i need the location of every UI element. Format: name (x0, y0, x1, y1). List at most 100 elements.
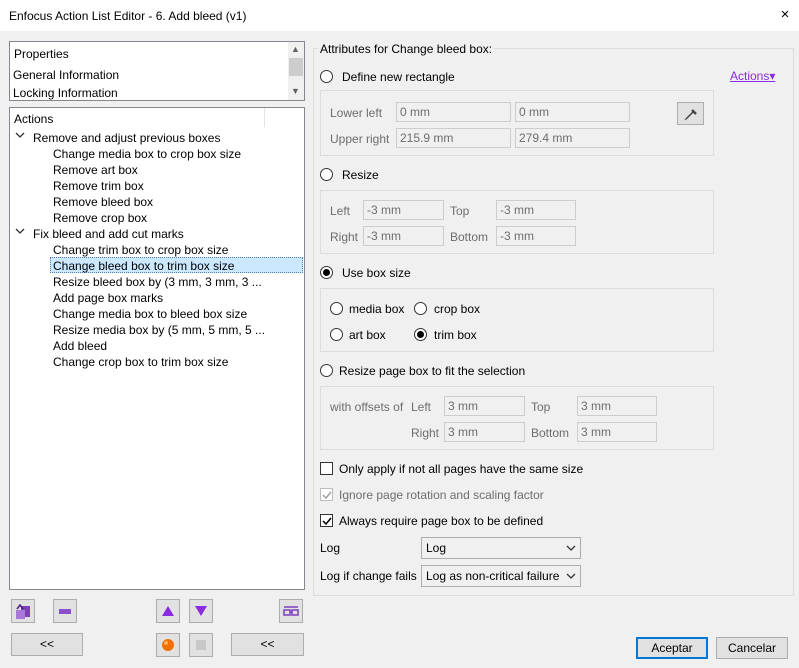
glasses-icon (283, 606, 299, 616)
collapse-right-button[interactable]: << (231, 633, 304, 656)
action-item[interactable]: Remove bleed box (53, 195, 153, 209)
attributes-heading: Attributes for Change bleed box: (318, 42, 495, 56)
define-rect-radio[interactable] (320, 70, 333, 83)
add-action-button[interactable] (11, 599, 35, 623)
record-icon (162, 639, 174, 651)
stop-button[interactable] (189, 633, 213, 657)
fit-left-label: Left (411, 400, 432, 414)
log-fail-select-value: Log as non-critical failure (426, 569, 560, 583)
offsets-label: with offsets of (330, 400, 404, 414)
action-item[interactable]: Remove crop box (53, 211, 147, 225)
fit-top-label: Top (531, 400, 551, 414)
media-box-label: media box (349, 302, 405, 316)
remove-action-button[interactable] (53, 599, 77, 623)
fit-bottom-input[interactable]: 3 mm (577, 422, 657, 442)
checkmark-icon (322, 491, 332, 500)
window-title: Enfocus Action List Editor - 6. Add blee… (9, 9, 247, 23)
fit-selection-radio[interactable] (320, 364, 333, 377)
log-label: Log (320, 541, 341, 555)
chevron-down-icon (566, 573, 576, 579)
action-item[interactable]: Remove art box (53, 163, 138, 177)
scroll-down-icon[interactable]: ▼ (288, 86, 303, 96)
caret-down-icon: ▾ (769, 69, 776, 83)
upper-right-x-input[interactable]: 215.9 mm (396, 128, 511, 148)
lower-left-label: Lower left (330, 106, 383, 120)
action-item[interactable]: Change media box to bleed box size (53, 307, 247, 321)
resize-top-label: Top (450, 204, 470, 218)
action-group[interactable]: Fix bleed and add cut marks (33, 227, 184, 241)
scroll-up-icon[interactable]: ▲ (288, 44, 303, 54)
collapse-left-button[interactable]: << (11, 633, 83, 656)
resize-bottom-input[interactable]: -3 mm (496, 226, 576, 246)
always-require-checkbox[interactable] (320, 514, 333, 527)
accept-button[interactable]: Aceptar (636, 637, 708, 659)
cancel-button[interactable]: Cancelar (716, 637, 788, 659)
action-item[interactable]: Change trim box to crop box size (53, 243, 228, 257)
ignore-rotation-checkbox[interactable] (320, 488, 333, 501)
preview-button[interactable] (279, 599, 303, 623)
log-select[interactable]: Log (421, 537, 581, 559)
always-require-label: Always require page box to be defined (339, 514, 544, 528)
only-apply-checkbox[interactable] (320, 462, 333, 475)
record-button[interactable] (156, 633, 180, 657)
define-rect-label: Define new rectangle (342, 70, 455, 84)
art-box-label: art box (349, 328, 386, 342)
eyedropper-icon (684, 109, 697, 121)
log-fail-select[interactable]: Log as non-critical failure (421, 565, 581, 587)
action-item[interactable]: Resize media box by (5 mm, 5 mm, 5 ... (53, 323, 265, 337)
eyedropper-button[interactable] (677, 102, 704, 125)
trim-box-label: trim box (434, 328, 477, 342)
minus-icon (59, 609, 71, 614)
resize-right-input[interactable]: -3 mm (363, 226, 444, 246)
fit-top-input[interactable]: 3 mm (577, 396, 657, 416)
crop-box-radio[interactable] (414, 302, 427, 315)
properties-header: Properties (14, 47, 69, 61)
resize-right-label: Right (330, 230, 359, 244)
lower-left-y-input[interactable]: 0 mm (515, 102, 630, 122)
column-divider (264, 108, 265, 127)
close-icon: × (780, 6, 790, 23)
fit-right-input[interactable]: 3 mm (444, 422, 525, 442)
use-box-size-radio[interactable] (320, 266, 333, 279)
actions-menu-link[interactable]: Actions▾ (730, 69, 775, 83)
properties-item-locking[interactable]: Locking Information (13, 86, 118, 100)
actions-link-label[interactable]: Actions (730, 69, 769, 83)
checkmark-icon (322, 517, 332, 526)
close-button[interactable]: × (776, 6, 794, 24)
upper-right-y-input[interactable]: 279.4 mm (515, 128, 630, 148)
properties-item-general[interactable]: General Information (13, 68, 119, 82)
lower-left-x-input[interactable]: 0 mm (396, 102, 511, 122)
use-box-size-label: Use box size (342, 266, 411, 280)
ignore-rotation-label: Ignore page rotation and scaling factor (339, 488, 544, 502)
art-box-radio[interactable] (330, 328, 343, 341)
add-action-icon (16, 603, 30, 619)
action-item-selected[interactable]: Change bleed box to trim box size (53, 259, 234, 273)
trim-box-radio[interactable] (414, 328, 427, 341)
actions-header: Actions (14, 112, 54, 126)
only-apply-label: Only apply if not all pages have the sam… (339, 462, 584, 476)
action-item[interactable]: Change crop box to trim box size (53, 355, 228, 369)
chevron-down-icon[interactable] (14, 129, 26, 141)
resize-label: Resize (342, 168, 379, 182)
chevron-down-icon[interactable] (14, 225, 26, 237)
fit-selection-label: Resize page box to fit the selection (339, 364, 526, 378)
action-item[interactable]: Add bleed (53, 339, 107, 353)
move-down-button[interactable] (189, 599, 213, 623)
action-group[interactable]: Remove and adjust previous boxes (33, 131, 220, 145)
action-item[interactable]: Remove trim box (53, 179, 144, 193)
triangle-down-icon (195, 606, 207, 616)
fit-left-input[interactable]: 3 mm (444, 396, 525, 416)
action-item[interactable]: Resize bleed box by (3 mm, 3 mm, 3 ... (53, 275, 262, 289)
upper-right-label: Upper right (330, 132, 390, 146)
move-up-button[interactable] (156, 599, 180, 623)
media-box-radio[interactable] (330, 302, 343, 315)
resize-top-input[interactable]: -3 mm (496, 200, 576, 220)
properties-scroll-thumb[interactable] (289, 58, 303, 76)
resize-radio[interactable] (320, 168, 333, 181)
fit-right-label: Right (411, 426, 440, 440)
stop-icon (196, 640, 206, 650)
resize-bottom-label: Bottom (450, 230, 489, 244)
action-item[interactable]: Change media box to crop box size (53, 147, 241, 161)
action-item[interactable]: Add page box marks (53, 291, 163, 305)
resize-left-input[interactable]: -3 mm (363, 200, 444, 220)
